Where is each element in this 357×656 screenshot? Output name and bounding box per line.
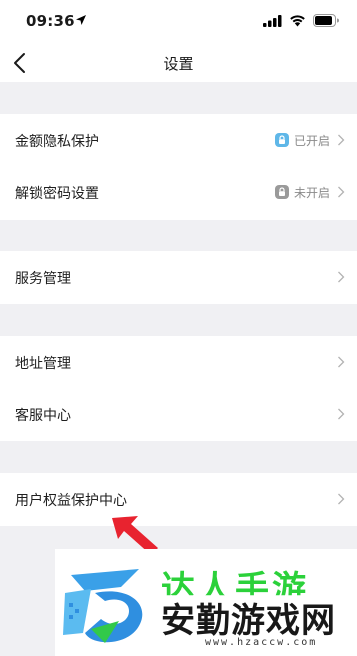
cellular-signal-icon — [263, 15, 282, 27]
watermark-overlay: 达人手游 安勤游戏网 www.hzaccw.com — [55, 549, 357, 656]
customer-service-label: 客服中心 — [15, 408, 71, 424]
user-rights-label: 用户权益保护中心 — [15, 493, 127, 509]
chevron-right-icon — [338, 271, 345, 283]
status-time: 09:36 — [26, 12, 75, 30]
chevron-right-icon — [338, 134, 345, 146]
status-bar: 09:36 — [0, 0, 357, 42]
address-section: 地址管理 客服中心 — [0, 336, 357, 441]
chevron-right-icon — [338, 493, 345, 505]
chevron-right-icon — [338, 186, 345, 198]
service-management-label: 服务管理 — [15, 271, 71, 287]
unlock-password-label: 解锁密码设置 — [15, 186, 99, 202]
chevron-right-icon — [338, 408, 345, 420]
service-section: 服务管理 — [0, 251, 357, 304]
unlock-password-row[interactable]: 解锁密码设置 未开启 — [0, 166, 357, 218]
user-rights-section: 用户权益保护中心 — [0, 473, 357, 526]
user-rights-row[interactable]: 用户权益保护中心 — [0, 473, 357, 525]
privacy-protection-label: 金额隐私保护 — [15, 134, 99, 150]
watermark-url: www.hzaccw.com — [205, 637, 318, 648]
unlock-password-status-text: 未开启 — [293, 185, 330, 200]
privacy-section: 金额隐私保护 已开启 解锁密码设置 未开启 — [0, 114, 357, 220]
lock-disabled-icon — [274, 185, 289, 199]
lock-enabled-icon — [274, 133, 289, 147]
customer-service-row[interactable]: 客服中心 — [0, 388, 357, 440]
navigation-bar: 设置 — [0, 42, 357, 82]
battery-icon — [313, 14, 339, 27]
privacy-status-text: 已开启 — [293, 133, 330, 148]
address-management-row[interactable]: 地址管理 — [0, 336, 357, 388]
location-arrow-icon — [76, 15, 86, 25]
privacy-protection-row[interactable]: 金额隐私保护 已开启 — [0, 114, 357, 166]
service-management-row[interactable]: 服务管理 — [0, 251, 357, 303]
chevron-right-icon — [338, 356, 345, 368]
watermark-logo-icon — [63, 569, 143, 643]
address-management-label: 地址管理 — [15, 356, 71, 372]
wifi-icon — [290, 15, 305, 27]
page-title: 设置 — [163, 55, 194, 73]
watermark-main-text: 安勤游戏网 — [161, 601, 336, 641]
